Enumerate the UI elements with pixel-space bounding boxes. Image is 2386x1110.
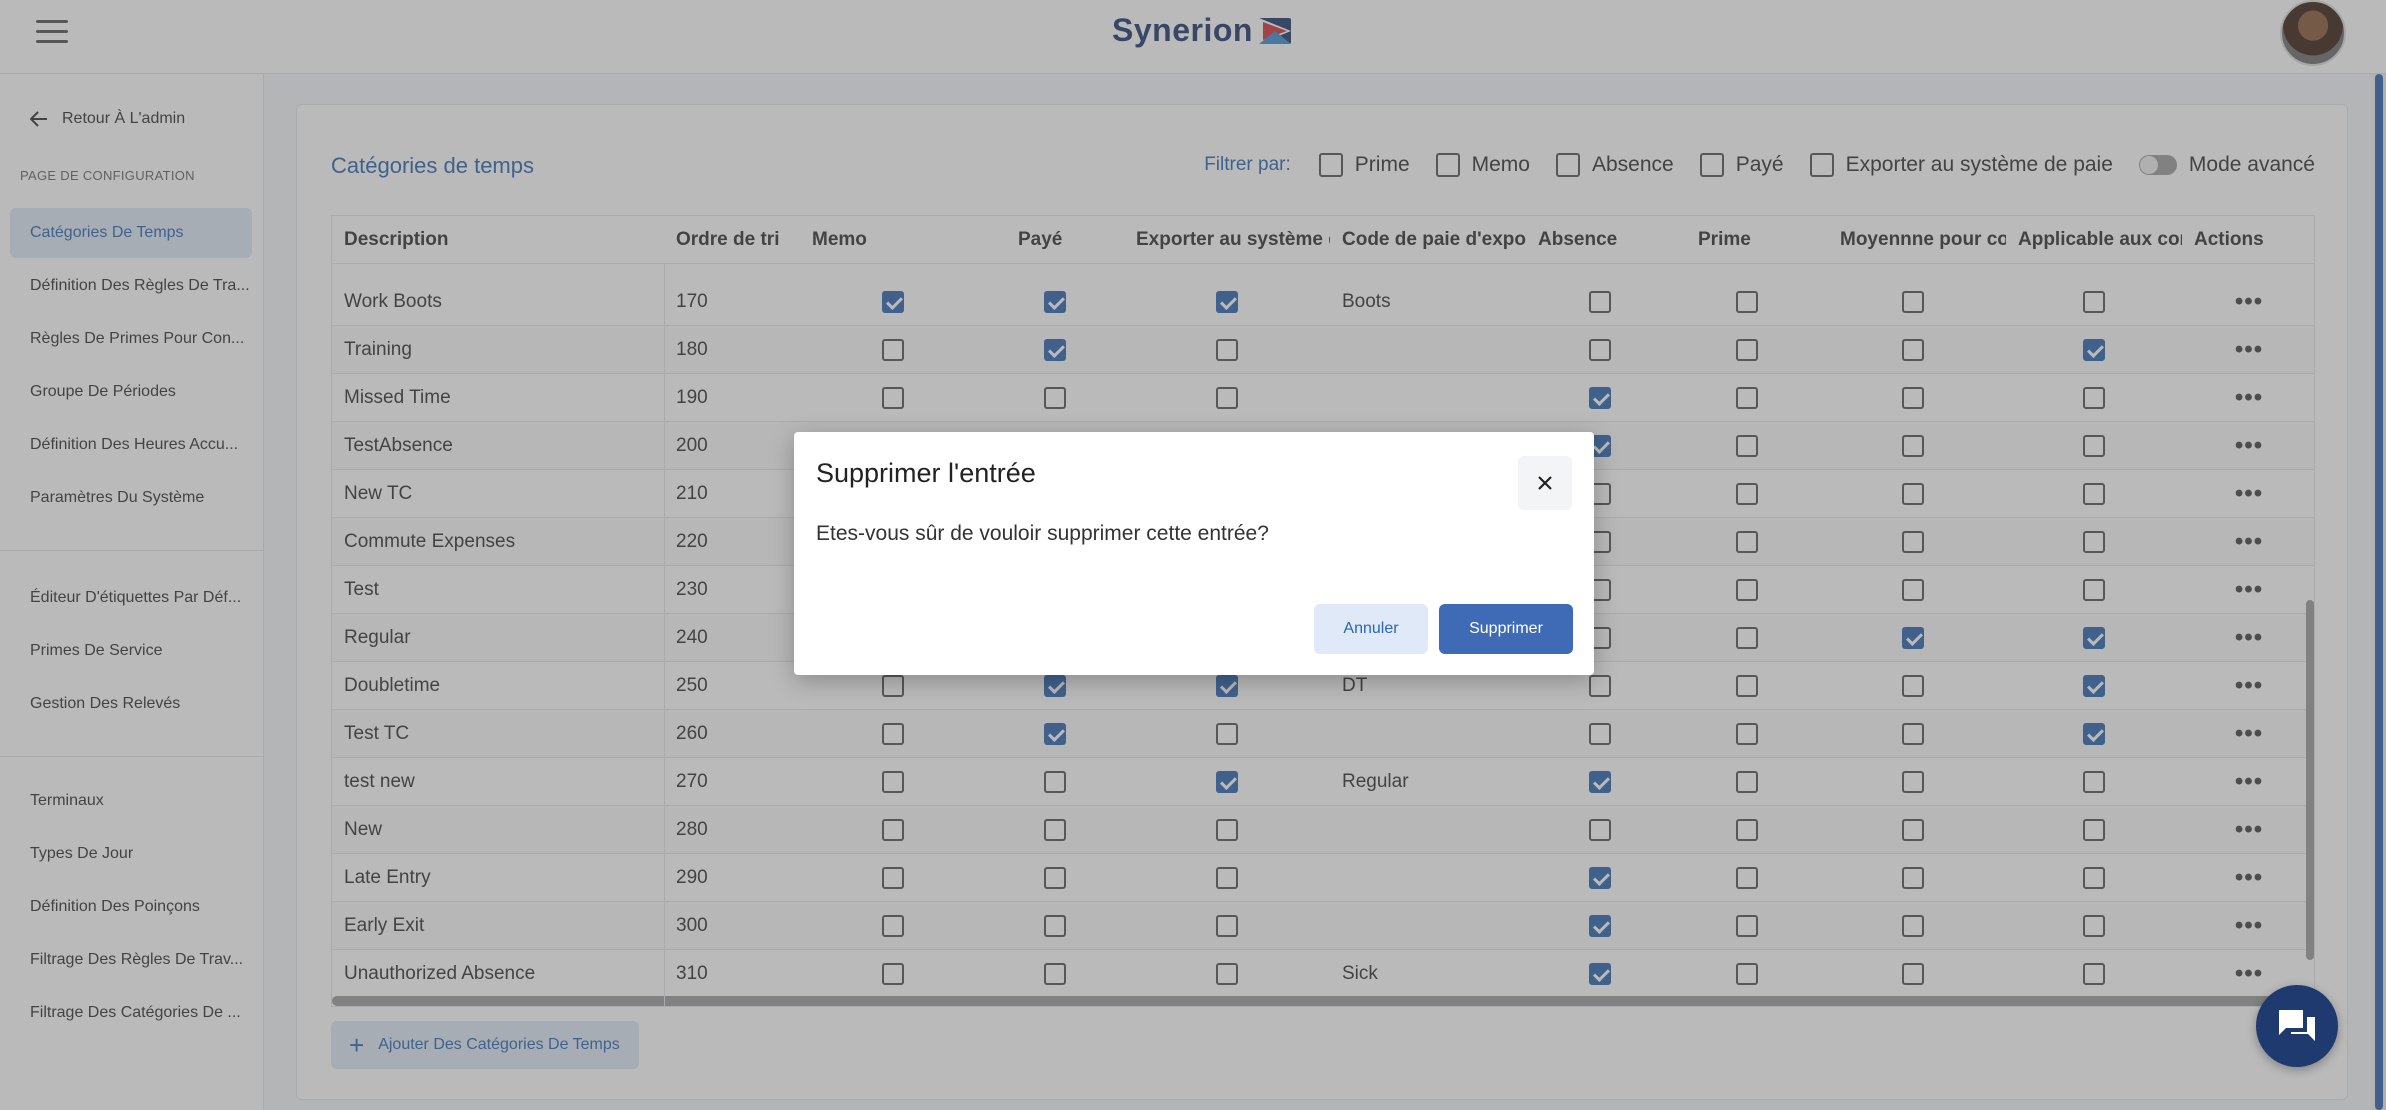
delete-button[interactable]: Supprimer bbox=[1439, 604, 1573, 654]
close-button[interactable] bbox=[1518, 456, 1572, 510]
chat-icon bbox=[2279, 1010, 2315, 1041]
delete-confirm-dialog: Supprimer l'entrée Etes-vous sûr de voul… bbox=[794, 432, 1594, 675]
chat-button[interactable] bbox=[2256, 985, 2338, 1067]
dialog-title: Supprimer l'entrée bbox=[816, 458, 1036, 488]
close-icon bbox=[1538, 476, 1552, 490]
cancel-button[interactable]: Annuler bbox=[1314, 604, 1428, 654]
dialog-message: Etes-vous sûr de vouloir supprimer cette… bbox=[816, 522, 1269, 545]
